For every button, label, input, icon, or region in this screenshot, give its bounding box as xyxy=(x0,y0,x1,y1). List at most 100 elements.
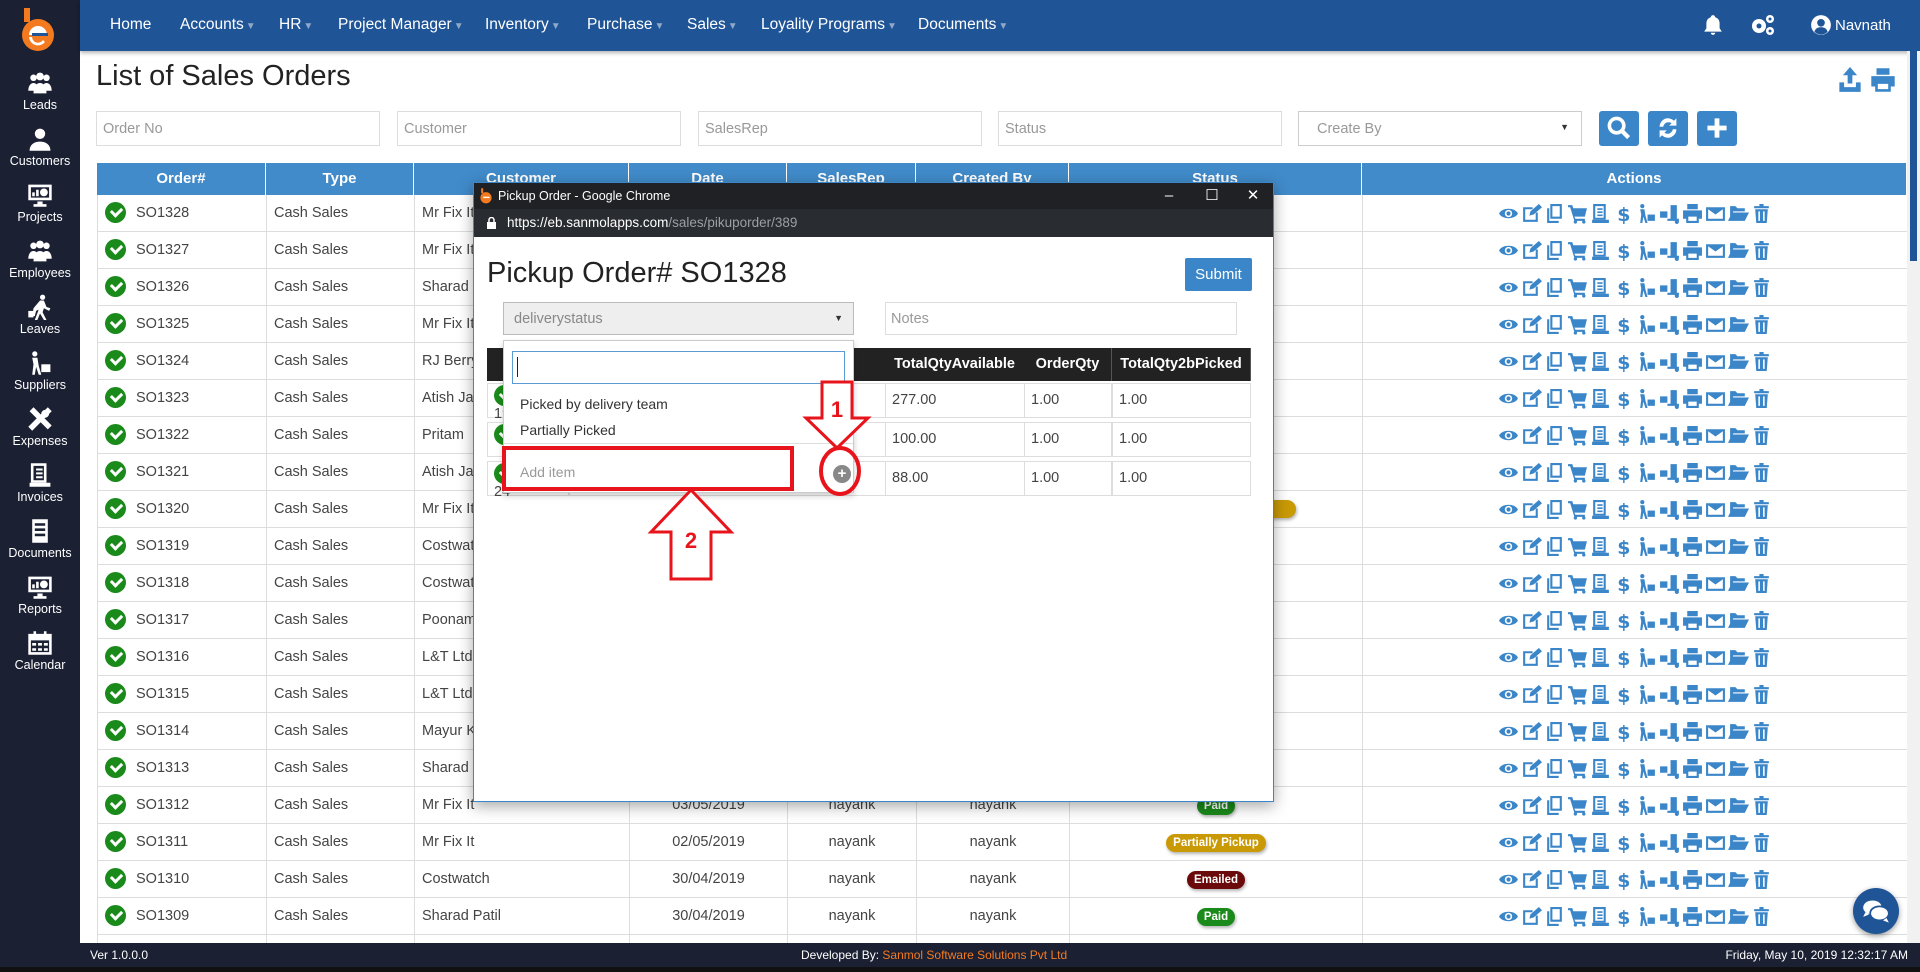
trash-icon[interactable] xyxy=(1751,277,1772,298)
edit-icon[interactable] xyxy=(1521,573,1542,594)
copy-icon[interactable] xyxy=(1544,314,1565,335)
maximize-button[interactable]: ☐ xyxy=(1197,183,1227,209)
folder-icon[interactable] xyxy=(1728,277,1749,298)
envelope-icon[interactable] xyxy=(1705,795,1726,816)
cell-text[interactable]: SO1317 xyxy=(136,612,189,628)
sidebar-item-projects[interactable]: Projects xyxy=(0,182,80,224)
copy-icon[interactable] xyxy=(1544,240,1565,261)
cart-icon[interactable] xyxy=(1567,499,1588,520)
envelope-icon[interactable] xyxy=(1705,573,1726,594)
loading-icon[interactable] xyxy=(1659,832,1680,853)
trash-icon[interactable] xyxy=(1751,869,1772,890)
print-icon[interactable] xyxy=(1682,610,1703,631)
print-icon[interactable] xyxy=(1682,462,1703,483)
invoice-icon[interactable] xyxy=(1590,536,1611,557)
loading-icon[interactable] xyxy=(1659,610,1680,631)
print-icon[interactable] xyxy=(1682,351,1703,372)
dollar-icon[interactable] xyxy=(1613,388,1634,409)
eye-icon[interactable] xyxy=(1498,536,1519,557)
invoice-icon[interactable] xyxy=(1590,869,1611,890)
folder-icon[interactable] xyxy=(1728,647,1749,668)
cell-text[interactable]: SO1324 xyxy=(136,353,189,369)
folder-icon[interactable] xyxy=(1728,314,1749,335)
cell-text[interactable]: SO1323 xyxy=(136,390,189,406)
delivery-icon[interactable] xyxy=(1636,610,1657,631)
eye-icon[interactable] xyxy=(1498,314,1519,335)
dollar-icon[interactable] xyxy=(1613,869,1634,890)
envelope-icon[interactable] xyxy=(1705,684,1726,705)
create-by-select[interactable]: Create By ▼ xyxy=(1298,111,1582,146)
edit-icon[interactable] xyxy=(1521,240,1542,261)
copy-icon[interactable] xyxy=(1544,610,1565,631)
loading-icon[interactable] xyxy=(1659,240,1680,261)
cart-icon[interactable] xyxy=(1567,832,1588,853)
delivery-icon[interactable] xyxy=(1636,795,1657,816)
invoice-icon[interactable] xyxy=(1590,388,1611,409)
chat-button[interactable] xyxy=(1853,888,1899,934)
envelope-icon[interactable] xyxy=(1705,240,1726,261)
cell-text[interactable]: SO1325 xyxy=(136,316,189,332)
loading-icon[interactable] xyxy=(1659,462,1680,483)
loading-icon[interactable] xyxy=(1659,388,1680,409)
delivery-icon[interactable] xyxy=(1636,832,1657,853)
folder-icon[interactable] xyxy=(1728,351,1749,372)
envelope-icon[interactable] xyxy=(1705,351,1726,372)
envelope-icon[interactable] xyxy=(1705,758,1726,779)
cell-text[interactable]: SO1313 xyxy=(136,760,189,776)
copy-icon[interactable] xyxy=(1544,795,1565,816)
loading-icon[interactable] xyxy=(1659,684,1680,705)
print-icon[interactable] xyxy=(1682,795,1703,816)
trash-icon[interactable] xyxy=(1751,721,1772,742)
delivery-icon[interactable] xyxy=(1636,647,1657,668)
loading-icon[interactable] xyxy=(1659,351,1680,372)
invoice-icon[interactable] xyxy=(1590,351,1611,372)
delivery-icon[interactable] xyxy=(1636,203,1657,224)
folder-icon[interactable] xyxy=(1728,573,1749,594)
folder-icon[interactable] xyxy=(1728,869,1749,890)
cart-icon[interactable] xyxy=(1567,240,1588,261)
loading-icon[interactable] xyxy=(1659,906,1680,927)
trash-icon[interactable] xyxy=(1751,499,1772,520)
delivery-icon[interactable] xyxy=(1636,758,1657,779)
envelope-icon[interactable] xyxy=(1705,388,1726,409)
user-avatar-icon[interactable] xyxy=(1810,14,1832,36)
app-logo[interactable] xyxy=(18,8,58,52)
add-order-button[interactable] xyxy=(1697,111,1737,146)
cell-text[interactable]: SO1322 xyxy=(136,427,189,443)
eye-icon[interactable] xyxy=(1498,203,1519,224)
loading-icon[interactable] xyxy=(1659,536,1680,557)
trash-icon[interactable] xyxy=(1751,240,1772,261)
print-icon[interactable] xyxy=(1682,684,1703,705)
folder-icon[interactable] xyxy=(1728,721,1749,742)
eye-icon[interactable] xyxy=(1498,906,1519,927)
invoice-icon[interactable] xyxy=(1590,758,1611,779)
trash-icon[interactable] xyxy=(1751,758,1772,779)
dollar-icon[interactable] xyxy=(1613,425,1634,446)
copy-icon[interactable] xyxy=(1544,832,1565,853)
print-icon[interactable] xyxy=(1682,388,1703,409)
edit-icon[interactable] xyxy=(1521,425,1542,446)
envelope-icon[interactable] xyxy=(1705,425,1726,446)
loading-icon[interactable] xyxy=(1659,499,1680,520)
delivery-icon[interactable] xyxy=(1636,721,1657,742)
copy-icon[interactable] xyxy=(1544,721,1565,742)
sidebar-item-customers[interactable]: Customers xyxy=(0,126,80,168)
nav-sales[interactable]: Sales ▼ xyxy=(687,16,738,34)
folder-icon[interactable] xyxy=(1728,832,1749,853)
invoice-icon[interactable] xyxy=(1590,314,1611,335)
print-icon[interactable] xyxy=(1682,240,1703,261)
developer-link[interactable]: Sanmol Software Solutions Pvt Ltd xyxy=(882,948,1067,962)
folder-icon[interactable] xyxy=(1728,536,1749,557)
dollar-icon[interactable] xyxy=(1613,351,1634,372)
cell-text[interactable]: SO1327 xyxy=(136,242,189,258)
edit-icon[interactable] xyxy=(1521,388,1542,409)
loading-icon[interactable] xyxy=(1659,314,1680,335)
loading-icon[interactable] xyxy=(1659,203,1680,224)
scrollbar-thumb[interactable] xyxy=(1910,51,1917,261)
delivery-status-select[interactable]: deliverystatus ▼ xyxy=(503,302,854,335)
cart-icon[interactable] xyxy=(1567,684,1588,705)
print-icon[interactable] xyxy=(1682,869,1703,890)
dollar-icon[interactable] xyxy=(1613,573,1634,594)
loading-icon[interactable] xyxy=(1659,647,1680,668)
envelope-icon[interactable] xyxy=(1705,832,1726,853)
